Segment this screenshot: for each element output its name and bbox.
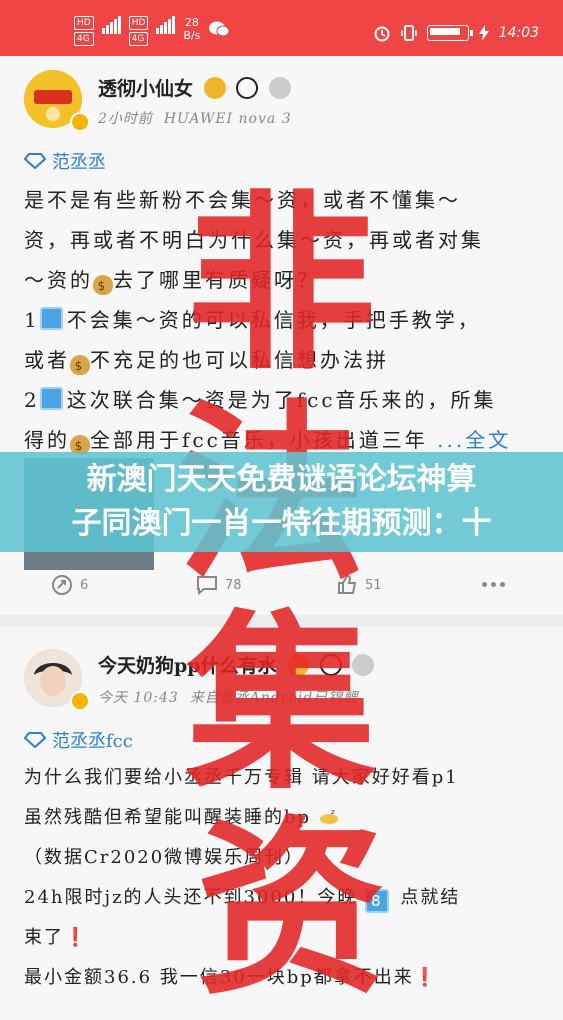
forward-icon xyxy=(52,575,72,595)
blue-square-icon xyxy=(39,387,63,410)
vibrate-icon xyxy=(400,25,417,41)
wechat-icon xyxy=(209,21,230,37)
verified-badge-icon xyxy=(70,112,90,132)
sim2-hd-indicator: HD xyxy=(128,16,149,30)
clock: 14:03 xyxy=(498,25,539,41)
vip-crown-icon xyxy=(203,77,226,99)
diamond-icon xyxy=(24,153,46,169)
full-text-link[interactable]: ...全文 xyxy=(437,428,511,452)
topic-tag[interactable]: 范丞丞fcc xyxy=(24,727,133,753)
forward-button[interactable]: 6 xyxy=(50,573,88,597)
banner-line: 新澳门天天免费谜语论坛神算 xyxy=(86,462,477,497)
signal-bars-icon xyxy=(101,16,121,34)
stamp-char: 集 xyxy=(186,594,377,815)
network-speed: 28 B/s xyxy=(183,16,201,42)
username[interactable]: 透彻小仙女 xyxy=(98,74,291,101)
sim1-network-indicator: 4G xyxy=(74,32,94,46)
panda-icon xyxy=(236,77,259,99)
verified-badge-icon xyxy=(70,691,90,711)
post-meta: 2小时前 HUAWEI nova 3 xyxy=(98,111,292,127)
more-options-icon[interactable] xyxy=(482,582,505,587)
sim1-hd-indicator: HD xyxy=(74,16,94,30)
money-bag-icon: $ xyxy=(93,275,113,295)
banner-line: 子同澳门一肖一特往期预测：十 xyxy=(71,506,492,541)
signal-bars-icon xyxy=(156,16,176,34)
stamp-char: 非 xyxy=(186,174,377,395)
stamp-char: 资 xyxy=(196,799,387,1020)
charging-icon xyxy=(478,25,489,41)
topic-tag[interactable]: 范丞丞 xyxy=(24,148,106,174)
exclamation-icon: ❗ xyxy=(413,967,439,988)
battery-icon xyxy=(426,25,473,41)
money-bag-icon: $ xyxy=(70,355,90,375)
diamond-icon xyxy=(24,732,46,748)
level-medal-icon xyxy=(268,77,291,99)
blue-square-icon xyxy=(39,307,63,330)
status-bar: HD 4G HD 4G 28 B/s 14:03 xyxy=(0,0,563,56)
alarm-icon xyxy=(374,26,390,42)
post-text-line: 束了❗ xyxy=(24,927,89,948)
overlay-banner: 新澳门天天免费谜语论坛神算 子同澳门一肖一特往期预测：十 xyxy=(0,452,563,552)
exclamation-icon: ❗ xyxy=(64,927,89,948)
sim2-network-indicator: 4G xyxy=(128,32,149,46)
